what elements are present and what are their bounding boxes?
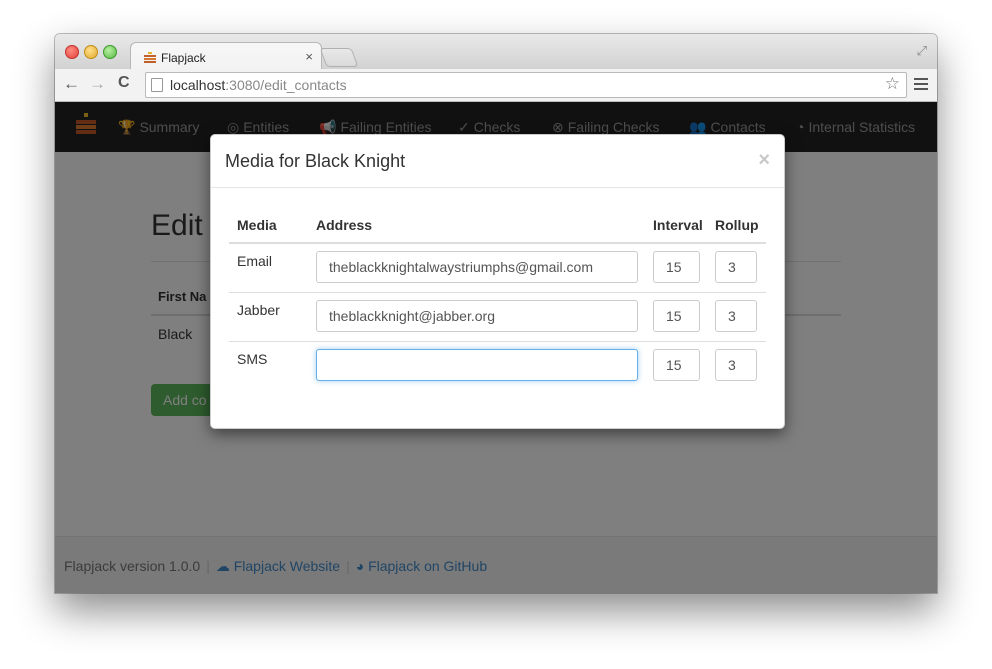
email-address-input[interactable]: theblackknightalwaystriumphs@gmail.com bbox=[316, 251, 638, 283]
tab-strip: Flapjack × ⤢ bbox=[55, 34, 937, 71]
column-header-media: Media bbox=[237, 217, 277, 233]
jabber-address-input[interactable]: theblackknight@jabber.org bbox=[316, 300, 638, 332]
media-label-jabber: Jabber bbox=[237, 302, 280, 318]
table-header-divider bbox=[229, 242, 766, 244]
fullscreen-icon[interactable]: ⤢ bbox=[917, 43, 927, 59]
column-header-rollup: Rollup bbox=[715, 217, 759, 233]
column-header-interval: Interval bbox=[653, 217, 703, 233]
url-host: localhost bbox=[170, 77, 226, 93]
column-header-address: Address bbox=[316, 217, 373, 233]
forward-arrow-icon[interactable]: → bbox=[89, 74, 106, 94]
new-tab-button[interactable] bbox=[319, 48, 359, 67]
jabber-interval-input[interactable]: 15 bbox=[653, 300, 700, 332]
row-divider bbox=[229, 341, 766, 342]
menu-icon[interactable] bbox=[914, 78, 928, 93]
row-divider bbox=[229, 292, 766, 293]
media-modal: Media for Black Knight × Media Address I… bbox=[210, 134, 785, 429]
tab-title: Flapjack bbox=[161, 51, 206, 65]
address-bar[interactable]: localhost:3080/edit_contacts ☆ bbox=[145, 72, 907, 98]
tab-close-icon[interactable]: × bbox=[305, 49, 313, 64]
browser-tab[interactable]: Flapjack × bbox=[130, 42, 322, 71]
flapjack-favicon-icon bbox=[144, 52, 156, 63]
minimize-window-button[interactable] bbox=[84, 45, 98, 59]
reload-icon[interactable]: C bbox=[118, 74, 130, 92]
browser-toolbar: ← → C localhost:3080/edit_contacts ☆ bbox=[55, 69, 937, 102]
sms-address-input[interactable] bbox=[316, 349, 638, 381]
email-interval-input[interactable]: 15 bbox=[653, 251, 700, 283]
close-icon[interactable]: × bbox=[758, 149, 770, 172]
jabber-rollup-input[interactable]: 3 bbox=[715, 300, 757, 332]
zoom-window-button[interactable] bbox=[103, 45, 117, 59]
email-rollup-input[interactable]: 3 bbox=[715, 251, 757, 283]
close-window-button[interactable] bbox=[65, 45, 79, 59]
back-arrow-icon[interactable]: ← bbox=[63, 74, 80, 94]
media-label-email: Email bbox=[237, 253, 273, 269]
modal-title: Media for Black Knight bbox=[225, 151, 406, 171]
media-label-sms: SMS bbox=[237, 351, 268, 367]
web-page: 🏆Summary ◎Entities 📢Failing Entities ✓Ch… bbox=[55, 102, 937, 593]
bookmark-star-icon[interactable]: ☆ bbox=[885, 74, 900, 94]
browser-window: Flapjack × ⤢ ← → C localhost:3080/edit_c… bbox=[55, 34, 937, 593]
url-path: :3080/edit_contacts bbox=[225, 77, 347, 93]
modal-header: Media for Black Knight × bbox=[211, 135, 784, 188]
page-icon bbox=[151, 78, 163, 92]
url-text: localhost:3080/edit_contacts bbox=[170, 77, 347, 93]
sms-interval-input[interactable]: 15 bbox=[653, 349, 700, 381]
sms-rollup-input[interactable]: 3 bbox=[715, 349, 757, 381]
